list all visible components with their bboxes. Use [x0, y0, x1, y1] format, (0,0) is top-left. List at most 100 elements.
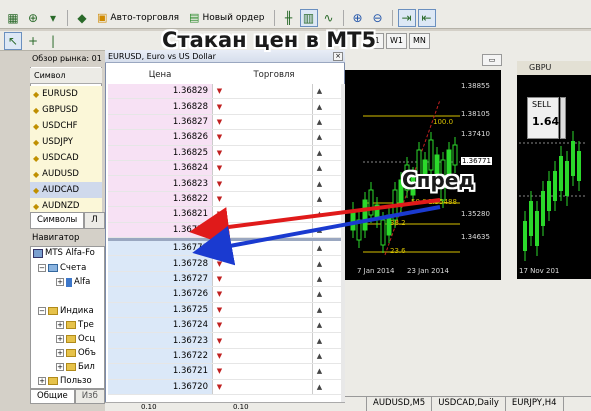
chevron-up-icon[interactable]: ▲	[312, 364, 326, 379]
chart-tab-audusd[interactable]: AUDUSD,M5	[367, 397, 433, 411]
chevron-up-icon[interactable]: ▲	[312, 176, 326, 191]
dom-trade-cell[interactable]	[226, 161, 312, 175]
dom-ask-row[interactable]: 1.36828 ▼ ▲	[108, 99, 345, 115]
dom-trade-cell[interactable]	[226, 99, 312, 113]
one-click-buy-edge[interactable]	[560, 97, 566, 139]
dom-bid-row[interactable]: 1.36728 ▼ ▲	[108, 256, 345, 272]
dom-trade-cell[interactable]	[226, 333, 312, 347]
dom-trade-cell[interactable]	[226, 364, 312, 378]
new-order-button[interactable]: ▤ Новый ордер	[185, 9, 269, 27]
chevron-down-icon[interactable]: ▼	[212, 241, 226, 256]
chevron-down-icon[interactable]: ▼	[212, 84, 226, 99]
dom-trade-cell[interactable]	[226, 223, 312, 237]
chevron-up-icon[interactable]: ▲	[312, 99, 326, 114]
one-click-sell[interactable]: SELL 1.64	[527, 97, 559, 139]
expand-icon[interactable]: +	[56, 335, 64, 343]
dom-ask-row[interactable]: 1.36827 ▼ ▲	[108, 114, 345, 131]
market-watch-row[interactable]: ◆ EURUSD	[30, 86, 102, 103]
chevron-down-icon[interactable]: ▼	[212, 114, 226, 130]
navigator-indicator-group[interactable]: + Осц	[56, 334, 95, 344]
expand-icon[interactable]: +	[38, 377, 46, 385]
auto-scroll-icon[interactable]: ⇥	[397, 8, 416, 27]
navigator-indicators[interactable]: − Индика	[38, 306, 94, 316]
chevron-up-icon[interactable]: ▲	[312, 379, 326, 394]
dom-ask-row[interactable]: 1.36821 ▼ ▲	[108, 207, 345, 223]
chevron-up-icon[interactable]: ▲	[312, 318, 326, 333]
autotrade-button[interactable]: ▣ Авто-торговля	[93, 9, 183, 27]
market-watch-row[interactable]: ◆ GBPUSD	[30, 102, 102, 119]
dom-ask-row[interactable]: 1.36822 ▼ ▲	[108, 191, 345, 208]
navigator-accounts[interactable]: − Счета	[38, 263, 86, 273]
secondary-chart[interactable]	[517, 61, 591, 279]
market-watch-row[interactable]: ◆ USDJPY	[30, 134, 102, 151]
chevron-down-icon[interactable]: ▼	[212, 191, 226, 207]
navigator-account-item[interactable]: + Alfa	[56, 277, 90, 287]
new-chart-icon[interactable]: ▦	[4, 9, 22, 27]
dom-trade-cell[interactable]	[226, 256, 312, 270]
dom-bid-row[interactable]: 1.36720 ▼ ▲	[108, 379, 345, 395]
dom-trade-cell[interactable]	[226, 115, 312, 129]
chevron-up-icon[interactable]: ▲	[312, 348, 326, 364]
chevron-down-icon[interactable]: ▼	[212, 256, 226, 271]
chevron-up-icon[interactable]: ▲	[312, 161, 326, 176]
chevron-down-icon[interactable]: ▼	[212, 348, 226, 364]
vertical-line-icon[interactable]: |	[44, 32, 62, 50]
chart-tab-cut[interactable]	[345, 397, 367, 411]
market-watch-row[interactable]: ◆ USDCAD	[30, 150, 102, 167]
dom-trade-cell[interactable]	[226, 192, 312, 206]
dom-bid-row[interactable]: 1.36721 ▼ ▲	[108, 364, 345, 380]
tab-favorites[interactable]: Изб	[74, 389, 105, 404]
chevron-down-icon[interactable]: ▼	[212, 271, 226, 287]
chevron-down-icon[interactable]: ▼	[212, 222, 226, 237]
chart-dropdown-icon[interactable]: ▾	[44, 9, 62, 27]
dom-bid-row[interactable]: 1.36724 ▼ ▲	[108, 318, 345, 334]
zoom-in-icon[interactable]: ⊕	[349, 9, 367, 27]
dom-trade-cell[interactable]	[226, 303, 312, 317]
chevron-down-icon[interactable]: ▼	[212, 318, 226, 333]
collapse-icon[interactable]: −	[38, 307, 46, 315]
dom-ask-row[interactable]: 1.36778 ▼ ▲	[108, 222, 345, 238]
dom-trade-cell[interactable]	[226, 146, 312, 160]
dom-ask-row[interactable]: 1.36823 ▼ ▲	[108, 176, 345, 192]
chevron-up-icon[interactable]: ▲	[312, 145, 326, 160]
market-watch-column-symbol[interactable]: Символ	[30, 68, 102, 84]
dom-ask-row[interactable]: 1.36824 ▼ ▲	[108, 161, 345, 177]
dom-bid-row[interactable]: 1.36726 ▼ ▲	[108, 287, 345, 303]
chevron-up-icon[interactable]: ▲	[312, 207, 326, 222]
chevron-down-icon[interactable]: ▼	[212, 302, 226, 317]
dom-qty-left[interactable]: 0.10	[141, 403, 157, 411]
chevron-down-icon[interactable]: ▼	[212, 161, 226, 176]
dom-trade-cell[interactable]	[226, 318, 312, 332]
dom-trade-cell[interactable]	[226, 207, 312, 221]
bar-chart-icon[interactable]: ╫	[280, 9, 298, 27]
chevron-down-icon[interactable]: ▼	[212, 130, 226, 145]
cursor-icon[interactable]: ↖	[4, 31, 22, 50]
tab-symbols[interactable]: Символы	[30, 212, 85, 229]
collapse-icon[interactable]: −	[38, 264, 46, 272]
dom-bid-row[interactable]: 1.36722 ▼ ▲	[108, 348, 345, 365]
market-watch-row[interactable]: ◆ AUDUSD	[30, 166, 102, 183]
chevron-down-icon[interactable]: ▼	[212, 207, 226, 222]
dom-scrollbar[interactable]	[341, 84, 345, 404]
dom-trade-cell[interactable]	[226, 130, 312, 144]
line-chart-icon[interactable]: ∿	[320, 9, 338, 27]
expand-icon[interactable]: +	[56, 321, 64, 329]
chevron-down-icon[interactable]: ▼	[212, 287, 226, 302]
candlestick-icon[interactable]: ▥	[299, 8, 318, 27]
dom-ask-row[interactable]: 1.36825 ▼ ▲	[108, 145, 345, 161]
chevron-up-icon[interactable]: ▲	[312, 241, 326, 256]
expand-icon[interactable]: +	[56, 363, 64, 371]
zoom-out-icon[interactable]: ⊖	[369, 9, 387, 27]
chart-tab-eurjpy[interactable]: EURJPY,H4	[506, 397, 564, 411]
chevron-up-icon[interactable]: ▲	[312, 256, 326, 271]
chevron-up-icon[interactable]: ▲	[312, 130, 326, 145]
timeframe-mn[interactable]: MN	[409, 32, 430, 49]
chevron-down-icon[interactable]: ▼	[212, 145, 226, 160]
navigator-indicator-group[interactable]: + Бил	[56, 362, 95, 372]
tab-other[interactable]: Л	[84, 212, 105, 229]
chevron-down-icon[interactable]: ▼	[212, 176, 226, 191]
chevron-up-icon[interactable]: ▲	[312, 114, 326, 130]
chevron-up-icon[interactable]: ▲	[312, 191, 326, 207]
chevron-up-icon[interactable]: ▲	[312, 333, 326, 348]
dom-trade-cell[interactable]	[226, 287, 312, 301]
